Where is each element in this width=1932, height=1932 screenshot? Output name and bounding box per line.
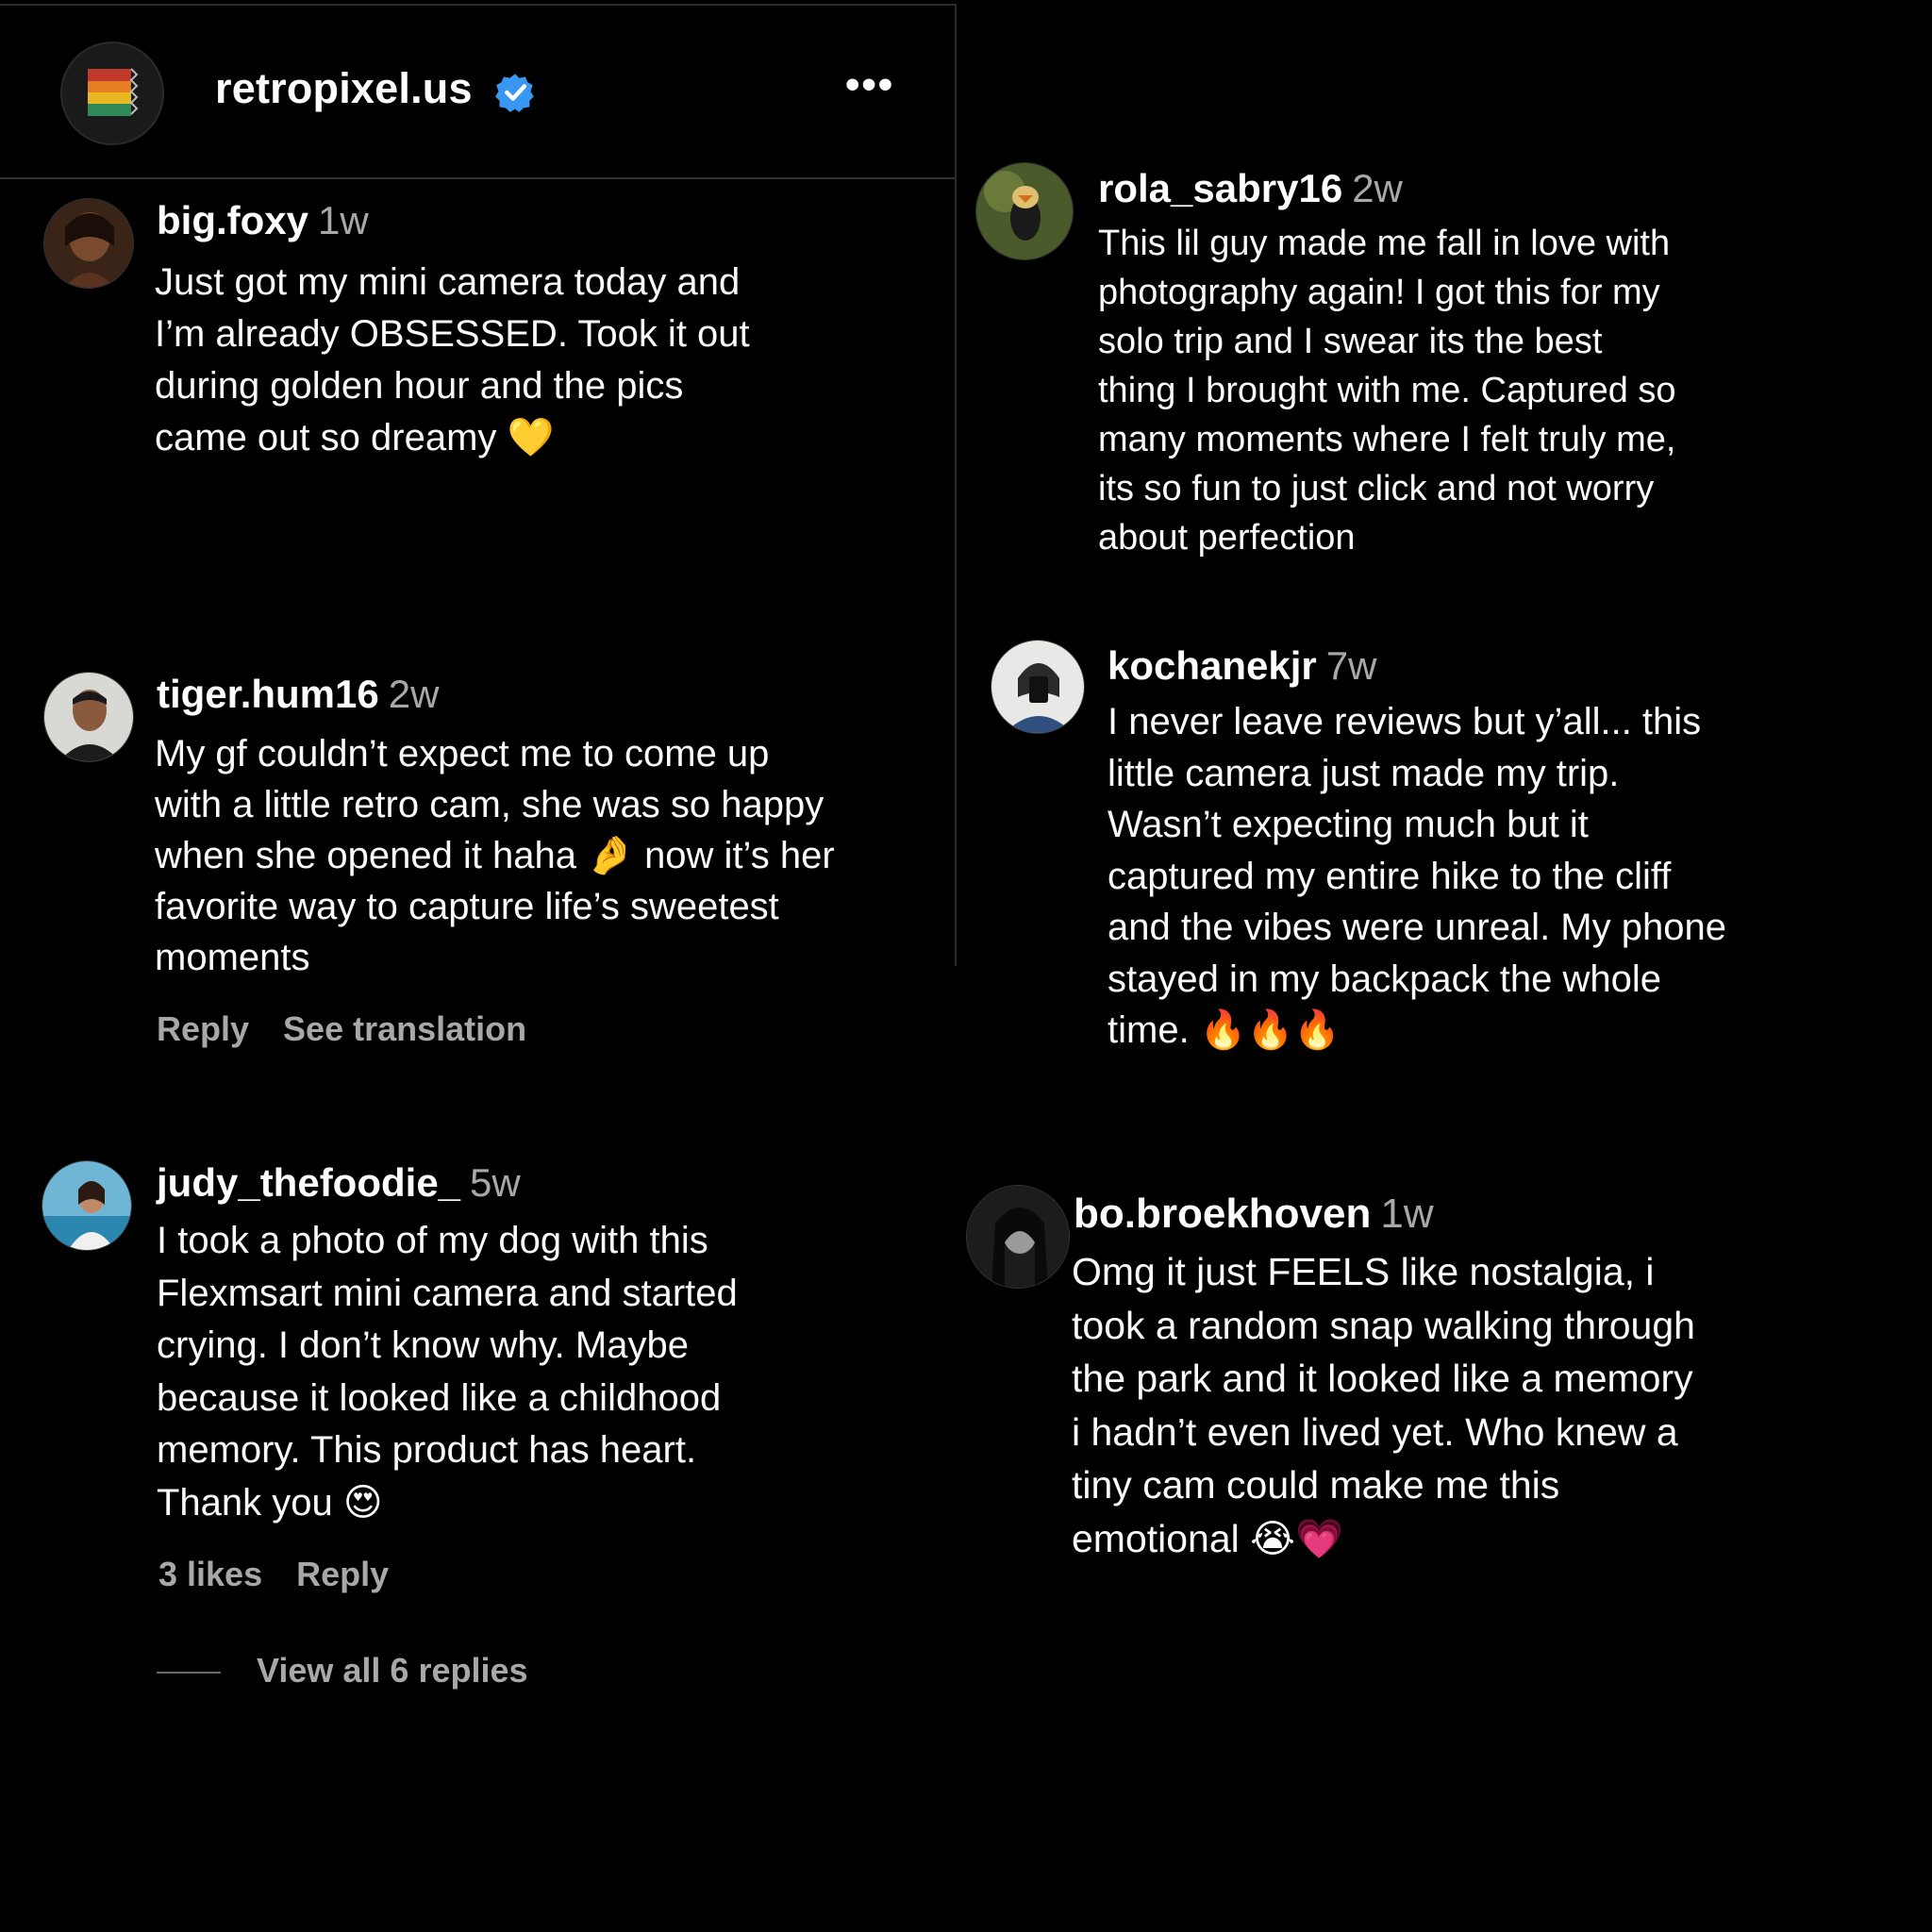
rainbow-logo-icon xyxy=(88,68,139,116)
username[interactable]: tiger.hum16 xyxy=(157,672,379,716)
brand-avatar[interactable] xyxy=(60,42,164,145)
timestamp: 7w xyxy=(1325,643,1377,688)
comment-header: tiger.hum16 2w xyxy=(157,672,439,717)
comment-header: kochanekjr 7w xyxy=(1108,643,1376,689)
comment-text: Omg it just FEELS like nostalgia, i took… xyxy=(1072,1250,1695,1560)
see-translation-button[interactable]: See translation xyxy=(283,1009,526,1048)
view-replies-button[interactable]: View all 6 replies xyxy=(157,1651,528,1690)
comment-header: rola_sabry16 2w xyxy=(1098,166,1403,211)
view-replies-label: View all 6 replies xyxy=(257,1651,528,1690)
username[interactable]: bo.broekhoven xyxy=(1074,1191,1371,1237)
username[interactable]: judy_thefoodie_ xyxy=(157,1160,460,1205)
timestamp: 5w xyxy=(470,1160,521,1205)
more-options-icon[interactable]: ••• xyxy=(845,64,894,106)
avatar[interactable] xyxy=(43,198,134,289)
reply-button[interactable]: Reply xyxy=(296,1555,389,1593)
username[interactable]: kochanekjr xyxy=(1108,643,1317,688)
avatar[interactable] xyxy=(991,640,1085,734)
post-header: retropixel.us ••• xyxy=(0,6,955,179)
reply-thread-line xyxy=(157,1672,221,1674)
timestamp: 2w xyxy=(388,672,440,716)
comment-text: My gf couldn’t expect me to come up with… xyxy=(155,733,835,978)
verified-badge-icon xyxy=(495,74,534,112)
avatar[interactable] xyxy=(43,672,134,762)
account-name[interactable]: retropixel.us xyxy=(215,64,473,113)
reply-button[interactable]: Reply xyxy=(157,1009,249,1048)
timestamp: 2w xyxy=(1352,166,1403,210)
username[interactable]: rola_sabry16 xyxy=(1098,166,1342,210)
avatar[interactable] xyxy=(966,1185,1070,1289)
timestamp: 1w xyxy=(318,198,369,242)
comment-text: Just got my mini camera today and I’m al… xyxy=(155,261,750,458)
comment-header: bo.broekhoven 1w xyxy=(1074,1191,1434,1238)
username[interactable]: big.foxy xyxy=(157,198,308,242)
comment-text: This lil guy made me fall in love with p… xyxy=(1098,224,1676,558)
timestamp: 1w xyxy=(1380,1191,1434,1237)
comment-text: I never leave reviews but y’all... this … xyxy=(1108,701,1726,1051)
likes-count[interactable]: 3 likes xyxy=(158,1555,262,1593)
comment-actions: Reply See translation xyxy=(157,1009,560,1049)
comment-header: big.foxy 1w xyxy=(157,198,369,243)
avatar[interactable] xyxy=(42,1160,132,1251)
avatar[interactable] xyxy=(975,162,1074,260)
comment-text: I took a photo of my dog with this Flexm… xyxy=(157,1220,738,1524)
comment-actions: 3 likes Reply xyxy=(158,1555,423,1594)
comment-header: judy_thefoodie_ 5w xyxy=(157,1160,521,1206)
